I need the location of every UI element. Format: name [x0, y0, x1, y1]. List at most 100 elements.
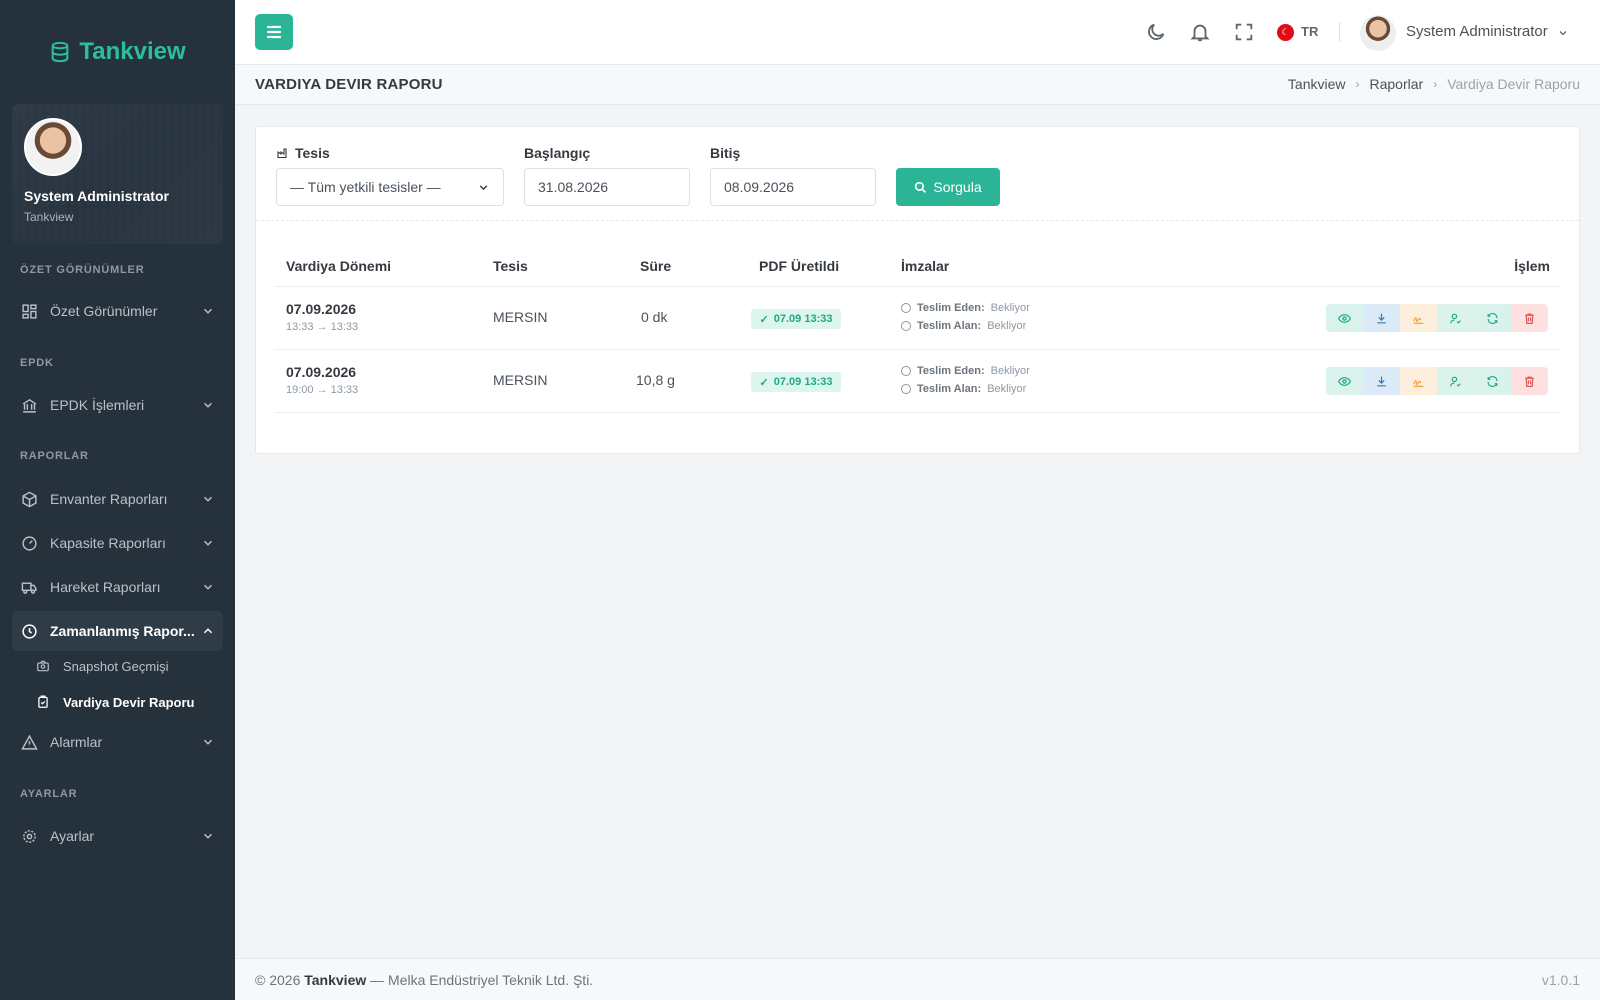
column-header: Tesis [493, 258, 528, 274]
breadcrumb-item[interactable]: Tankview [1288, 76, 1346, 92]
baslangic-date-input[interactable]: 31.08.2026 [524, 168, 690, 206]
sidebar-item-envanter[interactable]: Envanter Raporları [12, 479, 223, 519]
divider [256, 220, 1579, 221]
signature-status: Teslim Eden: Bekliyor [901, 362, 1030, 380]
warning-icon [20, 733, 38, 751]
download-button[interactable] [1363, 367, 1400, 395]
sidebar-subitem-vardiya[interactable]: Vardiya Devir Raporu [36, 687, 195, 717]
delete-button[interactable] [1511, 367, 1548, 395]
assign-user-button[interactable] [1437, 367, 1474, 395]
circle-icon [901, 321, 911, 331]
chevron-down-icon [479, 185, 488, 191]
avatar[interactable] [1360, 15, 1396, 51]
chevron-up-icon [203, 628, 213, 634]
sidebar-item-zamanlanmis[interactable]: Zamanlanmış Rapor... [12, 611, 223, 651]
sidebar-item-label: Ayarlar [50, 828, 95, 844]
menu-toggle-button[interactable] [255, 14, 293, 50]
turkey-flag-icon[interactable]: ☾ [1277, 24, 1294, 41]
sidebar-user-card: System Administrator Tankview [12, 104, 223, 244]
pdf-status-badge: ✓ 07.09 13:33 [751, 372, 841, 392]
sidebar-item-label: Alarmlar [50, 734, 103, 750]
baslangic-label: Başlangıç [524, 145, 591, 161]
footer: © 2026 Tankview — Melka Endüstriyel Tekn… [235, 958, 1600, 1000]
section-raporlar: RAPORLAR [20, 450, 89, 462]
duration-cell: 10,8 g [636, 372, 675, 388]
section-epdk: EPDK [20, 357, 54, 369]
sidebar-item-epdk[interactable]: EPDK İşlemleri [12, 385, 223, 425]
hamburger-icon [266, 25, 282, 39]
brand-name: Tankview [79, 38, 186, 65]
column-header: Süre [640, 258, 672, 274]
column-header: PDF Üretildi [759, 258, 840, 274]
trash-icon [1525, 313, 1534, 324]
chevron-down-icon[interactable] [1557, 27, 1569, 39]
sidebar-item-ozet[interactable]: Özet Görünümler [12, 291, 223, 331]
moon-icon[interactable] [1145, 21, 1167, 43]
sign-button[interactable] [1400, 367, 1437, 395]
chevron-right-icon: › [1355, 77, 1360, 91]
section-ayarlar: AYARLAR [20, 788, 78, 800]
copyright: © 2026 Tankview — Melka Endüstriyel Tekn… [255, 972, 594, 988]
row-actions [1326, 367, 1548, 395]
chevron-down-icon [203, 402, 213, 408]
view-button[interactable] [1326, 367, 1363, 395]
sidebar-item-alarmlar[interactable]: Alarmlar [12, 722, 223, 762]
sidebar: Tankview System Administrator Tankview Ö… [0, 0, 235, 1000]
tesis-select[interactable]: — Tüm yetkili tesisler — [276, 168, 504, 206]
fullscreen-icon[interactable] [1233, 21, 1255, 43]
bell-icon[interactable] [1189, 21, 1211, 43]
shift-time-range: 13:33 → 13:33 [286, 321, 359, 333]
user-menu[interactable]: System Administrator [1406, 23, 1548, 40]
column-header: İmzalar [901, 258, 950, 274]
column-header: Vardiya Dönemi [286, 258, 392, 274]
gauge-icon [20, 534, 38, 552]
view-button[interactable] [1326, 304, 1363, 332]
delete-button[interactable] [1511, 304, 1548, 332]
language-selector[interactable]: TR [1301, 24, 1318, 39]
circle-icon [901, 303, 911, 313]
download-icon [1377, 376, 1386, 386]
regenerate-button[interactable] [1474, 304, 1511, 332]
brand-logo[interactable]: Tankview [0, 0, 235, 104]
app-version: v1.0.1 [1541, 972, 1580, 988]
bank-icon [20, 396, 38, 414]
sidebar-item-hareket[interactable]: Hareket Raporları [12, 567, 223, 607]
check-icon: ✓ [759, 313, 769, 326]
signature-status: Teslim Eden: Bekliyor [901, 299, 1030, 317]
circle-icon [901, 366, 911, 376]
chevron-right-icon: › [1433, 77, 1438, 91]
divider [274, 286, 1560, 287]
sidebar-item-kapasite[interactable]: Kapasite Raporları [12, 523, 223, 563]
bitis-date-input[interactable]: 08.09.2026 [710, 168, 876, 206]
sidebar-item-label: Kapasite Raporları [50, 535, 166, 551]
sidebar-item-ayarlar[interactable]: Ayarlar [12, 816, 223, 856]
factory-icon [277, 148, 287, 159]
topbar: ☾ TR System Administrator [235, 0, 1600, 65]
tesis-cell: MERSIN [493, 372, 548, 388]
sign-button[interactable] [1400, 304, 1437, 332]
search-icon [915, 181, 927, 193]
assign-user-button[interactable] [1437, 304, 1474, 332]
user-check-icon [1450, 313, 1461, 324]
regenerate-button[interactable] [1474, 367, 1511, 395]
box-icon [20, 490, 38, 508]
breadcrumb: Tankview › Raporlar › Vardiya Devir Rapo… [1288, 76, 1580, 92]
sidebar-subitem-snapshot[interactable]: Snapshot Geçmişi [36, 651, 169, 681]
breadcrumb-item[interactable]: Raporlar [1370, 76, 1424, 92]
page-title-bar: VARDIYA DEVIR RAPORU Tankview › Raporlar… [235, 65, 1600, 105]
refresh-icon [1487, 375, 1498, 387]
signature-status: Teslim Alan: Bekliyor [901, 317, 1026, 335]
chevron-down-icon [203, 308, 213, 314]
tesis-cell: MERSIN [493, 309, 548, 325]
breadcrumb-current: Vardiya Devir Raporu [1447, 76, 1580, 92]
query-button[interactable]: Sorgula [896, 168, 1000, 206]
avatar [24, 118, 82, 176]
divider [274, 349, 1560, 350]
sidebar-user-name: System Administrator [24, 188, 169, 204]
chevron-down-icon [203, 739, 213, 745]
download-button[interactable] [1363, 304, 1400, 332]
duration-cell: 0 dk [641, 309, 668, 325]
chevron-down-icon [203, 584, 213, 590]
shift-period: 07.09.2026 19:00 → 13:33 [286, 364, 358, 396]
shift-period: 07.09.2026 13:33 → 13:33 [286, 301, 358, 333]
